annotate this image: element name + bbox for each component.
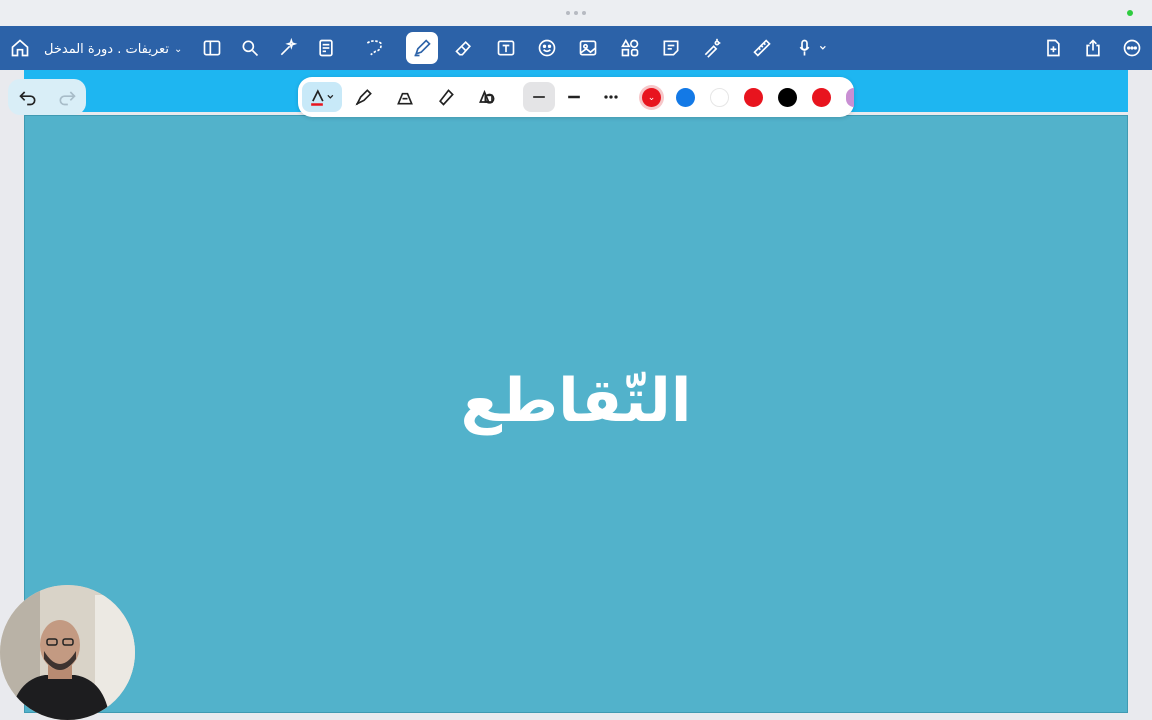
color-swatch-white[interactable]	[710, 88, 729, 107]
webcam-overlay	[0, 585, 135, 720]
notebook-page[interactable]: التّقاطع	[24, 115, 1128, 713]
canvas-area[interactable]: التّقاطع	[24, 70, 1128, 716]
ruler-icon[interactable]	[750, 36, 774, 60]
shapes-icon[interactable]	[618, 36, 642, 60]
sidebar-icon[interactable]	[200, 36, 224, 60]
brush-pen-tool[interactable]	[393, 85, 417, 109]
microphone-icon[interactable]	[792, 36, 832, 60]
pen-icon[interactable]	[406, 32, 438, 64]
color-swatch-red[interactable]	[744, 88, 763, 107]
camera-indicator-icon	[1127, 10, 1133, 16]
sticker-icon[interactable]	[535, 36, 559, 60]
laser-pointer-icon[interactable]	[700, 36, 724, 60]
eraser-icon[interactable]	[452, 36, 476, 60]
text-box-icon[interactable]	[494, 36, 518, 60]
thin-stroke-option[interactable]	[523, 82, 555, 112]
main-toolbar: تعريفات . دورة المدخل ⌄	[0, 26, 1152, 70]
chevron-down-icon: ⌄	[647, 92, 656, 103]
document-icon[interactable]	[314, 36, 338, 60]
redo-icon[interactable]	[56, 86, 78, 108]
ballpoint-pen-tool[interactable]	[352, 85, 376, 109]
magic-icon[interactable]	[276, 36, 300, 60]
dotted-stroke-option[interactable]	[599, 85, 623, 109]
document-title-text: تعريفات . دورة المدخل	[44, 41, 169, 57]
undo-redo-group	[8, 79, 86, 115]
pen-options-bar: ⌄	[298, 77, 854, 117]
search-icon[interactable]	[238, 36, 262, 60]
chevron-down-icon: ⌄	[173, 43, 183, 55]
lasso-icon[interactable]	[362, 36, 386, 60]
color-swatch-red-2[interactable]	[812, 88, 831, 107]
multitasking-dots[interactable]	[566, 11, 586, 15]
document-title[interactable]: تعريفات . دورة المدخل ⌄	[44, 41, 182, 57]
image-icon[interactable]	[576, 36, 600, 60]
page-heading: التّقاطع	[460, 366, 692, 436]
add-page-icon[interactable]	[1041, 36, 1065, 60]
more-icon[interactable]	[1120, 36, 1144, 60]
status-bar	[0, 0, 1152, 26]
color-swatch-black[interactable]	[778, 88, 797, 107]
share-icon[interactable]	[1081, 36, 1105, 60]
medium-stroke-option[interactable]	[562, 85, 586, 109]
color-swatch-lilac[interactable]	[846, 88, 854, 107]
home-icon[interactable]	[8, 36, 32, 60]
sticky-note-icon[interactable]	[659, 36, 683, 60]
fountain-pen-tool[interactable]	[302, 82, 342, 112]
color-swatch-blue[interactable]	[676, 88, 695, 107]
presenter-video	[0, 585, 135, 720]
shape-tool[interactable]	[475, 85, 499, 109]
highlighter-tool[interactable]	[434, 85, 458, 109]
undo-icon[interactable]	[17, 86, 39, 108]
color-swatch-selected[interactable]: ⌄	[642, 88, 661, 107]
